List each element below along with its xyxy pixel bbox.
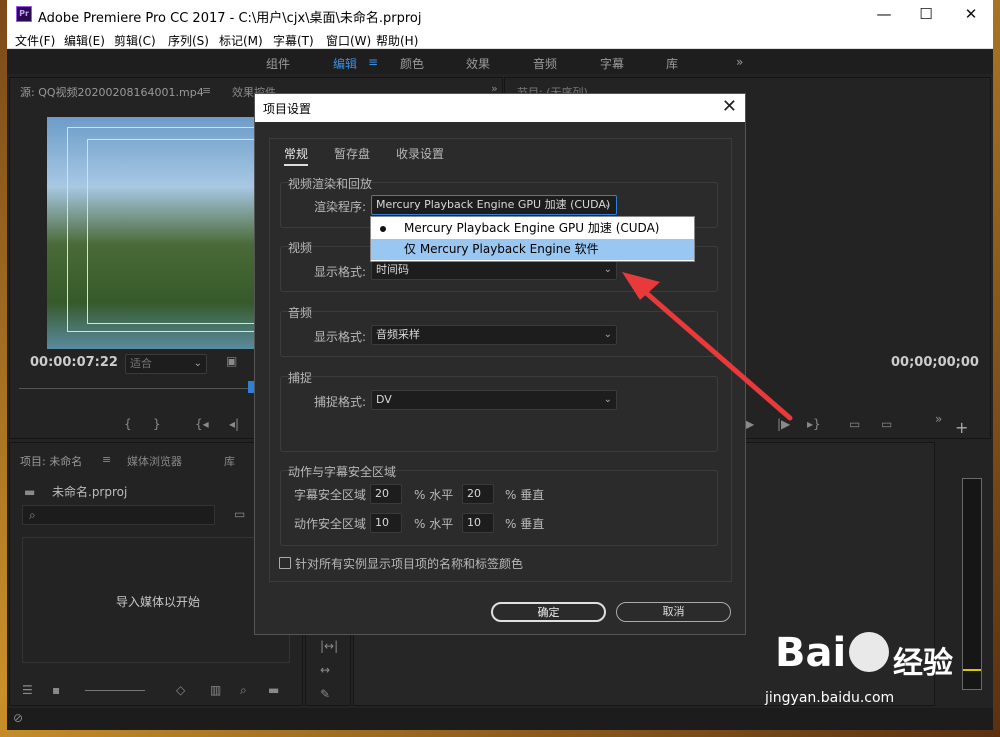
watermark-url: jingyan.baidu.com [765,690,895,706]
annotation-arrow-head [622,272,660,300]
annotation-arrow [622,272,793,421]
baidu-logo: Bai [775,630,847,676]
jingyan-logo: 经验 [893,646,953,681]
annotation-arrow-shaft [633,281,793,421]
paw-icon [849,632,889,672]
